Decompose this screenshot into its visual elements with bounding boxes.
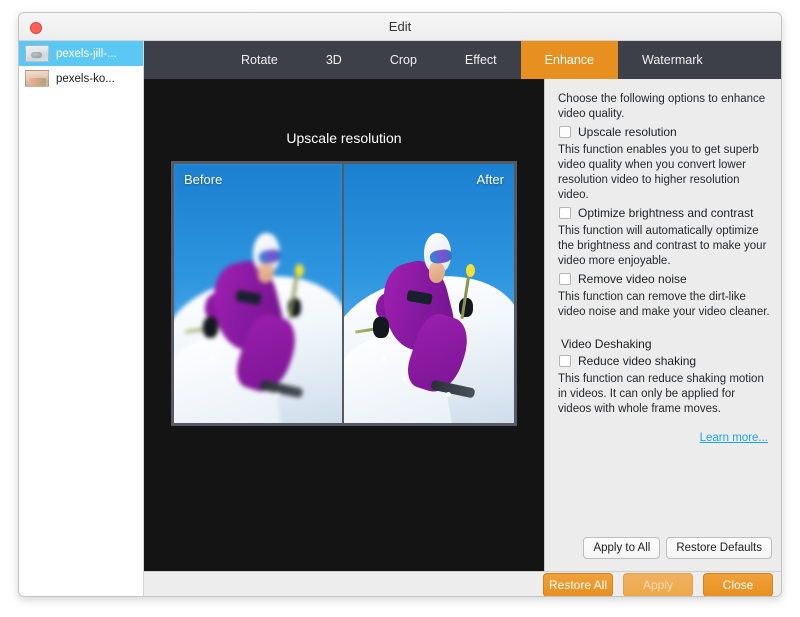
- restore-all-button[interactable]: Restore All: [543, 573, 613, 596]
- file-list-sidebar[interactable]: pexels-jill-... pexels-ko...: [19, 41, 144, 596]
- pole-grip-icon: [465, 263, 476, 278]
- editor-tabbar: Rotate 3D Crop Effect Enhance Watermark: [144, 41, 781, 79]
- checkbox-row-reduce-video-shaking[interactable]: Reduce video shaking: [559, 354, 771, 368]
- tab-watermark[interactable]: Watermark: [618, 41, 727, 79]
- before-after-comparison: Before After: [171, 161, 517, 426]
- list-item[interactable]: pexels-jill-...: [19, 41, 143, 66]
- options-content: Choose the following options to enhance …: [545, 79, 781, 446]
- option-description-reduce-video-shaking: This function can reduce shaking motion …: [558, 373, 764, 415]
- options-intro: Choose the following options to enhance …: [558, 93, 766, 120]
- video-thumbnail-icon: [25, 70, 49, 87]
- tab-3d[interactable]: 3D: [302, 41, 366, 79]
- window-title: Edit: [388, 19, 412, 34]
- checkbox-row-optimize-brightness[interactable]: Optimize brightness and contrast: [559, 206, 771, 220]
- close-button[interactable]: Close: [703, 573, 773, 596]
- option-description-upscale-resolution: This function enables you to get superb …: [558, 144, 759, 201]
- tab-crop[interactable]: Crop: [366, 41, 441, 79]
- option-description-remove-video-noise: This function can remove the dirt-like v…: [558, 291, 770, 318]
- tab-rotate[interactable]: Rotate: [217, 41, 302, 79]
- skier-face: [257, 261, 274, 283]
- file-name: pexels-ko...: [56, 72, 115, 85]
- enhance-options-panel: Choose the following options to enhance …: [544, 79, 781, 571]
- checkbox-row-remove-video-noise[interactable]: Remove video noise: [559, 272, 771, 286]
- panel-button-group: Apply to All Restore Defaults: [583, 537, 772, 559]
- tab-enhance[interactable]: Enhance: [520, 41, 619, 79]
- skier-glove-left: [373, 317, 389, 339]
- pole-grip-icon: [294, 263, 304, 278]
- file-name: pexels-jill-...: [56, 47, 117, 60]
- apply-to-all-button[interactable]: Apply to All: [583, 537, 661, 559]
- before-label: Before: [184, 172, 223, 187]
- group-title-video-deshaking: Video Deshaking: [561, 337, 652, 351]
- tab-effect[interactable]: Effect: [441, 41, 521, 79]
- checkbox-icon[interactable]: [559, 273, 571, 285]
- ski-board: [430, 379, 476, 399]
- window-footer: Restore All Apply Close: [144, 571, 781, 596]
- checkbox-label: Remove video noise: [578, 272, 687, 286]
- window-titlebar: Edit: [19, 13, 781, 41]
- edit-window: Edit pexels-jill-... pexels-ko... Rotate…: [18, 12, 782, 597]
- checkbox-row-upscale-resolution[interactable]: Upscale resolution: [559, 125, 771, 139]
- checkbox-label: Upscale resolution: [578, 125, 677, 139]
- footer-button-group: Restore All Apply Close: [543, 572, 773, 596]
- learn-more-container: Learn more...: [558, 428, 771, 446]
- option-description-optimize-brightness: This function will automatically optimiz…: [558, 225, 767, 267]
- skier-glove-left: [203, 317, 218, 339]
- before-image: [174, 164, 342, 423]
- video-thumbnail-icon: [25, 45, 49, 62]
- snow-spray: [210, 355, 216, 361]
- after-label: After: [476, 172, 504, 187]
- list-item[interactable]: pexels-ko...: [19, 66, 143, 91]
- ski-board: [259, 380, 305, 399]
- checkbox-icon[interactable]: [559, 126, 571, 138]
- skier-figure: [355, 216, 487, 408]
- learn-more-link[interactable]: Learn more...: [700, 432, 768, 444]
- checkbox-label: Optimize brightness and contrast: [578, 206, 754, 220]
- checkbox-label: Reduce video shaking: [578, 354, 697, 368]
- checkbox-icon[interactable]: [559, 207, 571, 219]
- tabbar-spacer: [144, 41, 217, 79]
- checkbox-icon[interactable]: [559, 355, 571, 367]
- skier-figure: [184, 216, 315, 408]
- after-preview: After: [344, 164, 514, 423]
- after-image: [344, 164, 514, 423]
- before-preview: Before: [174, 164, 344, 423]
- snow-spray: [274, 391, 280, 397]
- preview-title: Upscale resolution: [286, 130, 402, 146]
- screenshot-root: Edit pexels-jill-... pexels-ko... Rotate…: [0, 0, 800, 617]
- apply-button: Apply: [623, 573, 693, 596]
- preview-stage: Upscale resolution Before After: [144, 79, 544, 571]
- restore-defaults-button[interactable]: Restore Defaults: [666, 537, 772, 559]
- snow-spray: [446, 391, 451, 397]
